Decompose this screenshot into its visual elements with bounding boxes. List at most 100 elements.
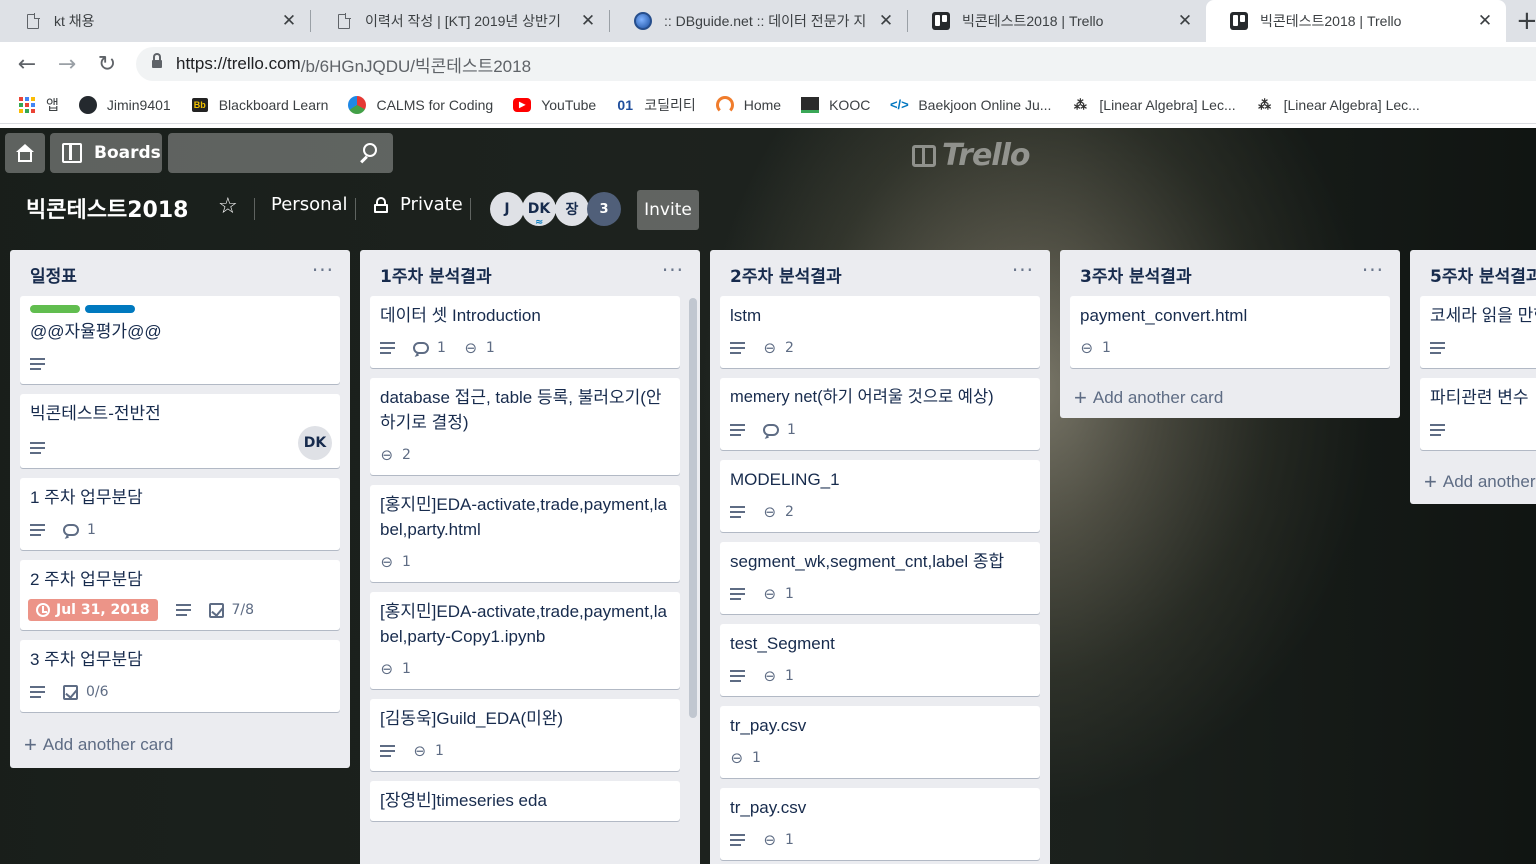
tab-title: 빅콘테스트2018 | Trello	[1260, 13, 1402, 29]
search-icon[interactable]	[359, 143, 379, 164]
card[interactable]: 3 주차 업무분담 0/6	[20, 640, 340, 712]
card[interactable]: database 접근, table 등록, 불러오기(안하기로 결정) ⊘ 2	[370, 378, 680, 475]
description-icon	[1430, 342, 1445, 354]
bookmark-item[interactable]: 앱	[18, 95, 59, 115]
browser-tab[interactable]: :: DBguide.net :: 데이터 전문가 지 ✕	[610, 0, 907, 42]
attachments-badge: ⊘ 2	[759, 337, 794, 359]
checklist-badge: 7/8	[208, 602, 254, 618]
member-avatar[interactable]: DK ≈	[522, 192, 556, 228]
bookmark-item[interactable]: Home	[715, 95, 781, 114]
card-badges: ⊘ 2	[376, 443, 670, 467]
card-badges: Jul 31, 2018 7/8	[28, 598, 330, 622]
card[interactable]: tr_pay.csv ⊘ 1	[720, 706, 1040, 778]
list-menu-icon[interactable]: ···	[662, 258, 684, 282]
close-icon[interactable]: ✕	[579, 11, 597, 31]
due-date-badge[interactable]: Jul 31, 2018	[28, 599, 158, 621]
invite-button[interactable]: Invite	[637, 190, 699, 230]
browser-tab[interactable]: 이력서 작성 | [KT] 2019년 상반기 ✕	[311, 0, 609, 42]
bookmark-item[interactable]: ⁂ [Linear Algebra] Lec...	[1071, 96, 1236, 114]
card[interactable]: 2 주차 업무분담 Jul 31, 2018 7/8	[20, 560, 340, 630]
bookmark-item[interactable]: Bb Blackboard Learn	[191, 96, 328, 114]
card[interactable]: [장영빈]timeseries eda	[370, 781, 680, 821]
more-members-badge[interactable]: 3	[587, 192, 621, 226]
card[interactable]: [홍지민]EDA-activate,trade,payment,label,pa…	[370, 485, 680, 582]
card[interactable]: memery net(하기 어려울 것으로 예상) 1	[720, 378, 1040, 450]
attachments-count: 1	[785, 832, 794, 848]
card[interactable]: payment_convert.html ⊘ 1	[1070, 296, 1390, 368]
back-arrow-icon[interactable]: ←	[13, 50, 41, 78]
paperclip-icon: ⊘	[759, 337, 781, 359]
boards-button[interactable]: Boards	[50, 133, 162, 173]
card[interactable]: MODELING_1 ⊘ 2	[720, 460, 1040, 532]
list-title[interactable]: 1주차 분석결과	[380, 262, 492, 287]
star-icon[interactable]: ☆	[218, 194, 238, 219]
paperclip-icon: ⊘	[376, 551, 398, 573]
card-title: MODELING_1	[730, 470, 840, 489]
card[interactable]: [김동욱]Guild_EDA(미완) ⊘ 1	[370, 699, 680, 771]
list-header[interactable]: 일정표 ···	[20, 250, 340, 296]
browser-tab-active[interactable]: 빅콘테스트2018 | Trello ✕	[1206, 0, 1506, 42]
close-icon[interactable]: ✕	[280, 11, 298, 31]
card[interactable]: 1 주차 업무분담 1	[20, 478, 340, 550]
list-header[interactable]: 3주차 분석결과 ···	[1070, 250, 1390, 296]
card[interactable]: tr_pay.csv ⊘ 1	[720, 788, 1040, 860]
bookmark-item[interactable]: ⁂ [Linear Algebra] Lec...	[1256, 96, 1420, 114]
member-avatar[interactable]: J	[490, 192, 524, 226]
browser-tab[interactable]: 빅콘테스트2018 | Trello ✕	[908, 0, 1206, 42]
card[interactable]: lstm ⊘ 2	[720, 296, 1040, 368]
add-card-button[interactable]: + Add another card	[20, 722, 340, 768]
card[interactable]: [홍지민]EDA-activate,trade,payment,label,pa…	[370, 592, 680, 689]
list-menu-icon[interactable]: ···	[1362, 258, 1384, 282]
card-title: 파티관련 변수	[1430, 388, 1529, 407]
browser-tab[interactable]: kt 채용 ✕	[0, 0, 310, 42]
card-title: 데이터 셋 Introduction	[380, 306, 541, 325]
list-header[interactable]: 5주차 분석결과 ···	[1420, 250, 1536, 296]
member-avatar[interactable]: 장	[555, 192, 589, 226]
board-title[interactable]: 빅콘테스트2018	[26, 192, 188, 224]
list-scrollbar[interactable]	[689, 298, 697, 718]
bookmark-item[interactable]: 01 코딜리티	[616, 95, 695, 115]
search-input[interactable]	[168, 133, 393, 173]
url-host: https://trello.com	[176, 54, 301, 73]
bookmark-item[interactable]: </> Baekjoon Online Ju...	[890, 96, 1051, 114]
list-header[interactable]: 1주차 분석결과 ···	[370, 250, 690, 296]
card-label-green[interactable]	[30, 305, 80, 313]
document-icon	[335, 12, 353, 30]
add-card-button[interactable]: + Add another card	[1420, 460, 1536, 504]
new-tab-button[interactable]: +	[1516, 8, 1536, 34]
team-label: Personal	[271, 194, 348, 215]
bookmark-item[interactable]: Jimin9401	[78, 95, 171, 114]
bookmark-item[interactable]: ▶ YouTube	[513, 96, 596, 114]
close-icon[interactable]: ✕	[877, 11, 895, 31]
comments-count: 1	[87, 522, 96, 538]
team-button[interactable]: Personal	[271, 194, 348, 215]
list-title[interactable]: 2주차 분석결과	[730, 262, 842, 287]
forward-arrow-icon[interactable]: →	[53, 50, 81, 78]
card[interactable]: 데이터 셋 Introduction 1 ⊘ 1	[370, 296, 680, 368]
add-card-button[interactable]: + Add another card	[1070, 378, 1390, 418]
card-label-blue[interactable]	[85, 305, 135, 313]
close-icon[interactable]: ✕	[1476, 11, 1494, 31]
address-bar[interactable]: https://trello.com/b/6HGnJQDU/빅콘테스트2018	[136, 47, 1536, 81]
list-title[interactable]: 5주차 분석결과	[1430, 262, 1536, 287]
card[interactable]: @@자율평가@@	[20, 296, 340, 384]
trello-logo[interactable]: Trello	[912, 138, 1030, 173]
home-button[interactable]	[5, 133, 45, 173]
card-member-avatar[interactable]: DK	[298, 426, 332, 460]
bookmark-item[interactable]: CALMS for Coding	[348, 95, 493, 114]
card[interactable]: 빅콘테스트-전반전 DK	[20, 394, 340, 468]
list-title[interactable]: 일정표	[30, 262, 77, 287]
list-menu-icon[interactable]: ···	[1012, 258, 1034, 282]
card[interactable]: 코세라 읽을 만한 것	[1420, 296, 1536, 368]
reload-icon[interactable]: ↻	[93, 50, 121, 78]
close-icon[interactable]: ✕	[1176, 11, 1194, 31]
list-header[interactable]: 2주차 분석결과 ···	[720, 250, 1040, 296]
attachments-count: 1	[1102, 340, 1111, 356]
card[interactable]: test_Segment ⊘ 1	[720, 624, 1040, 696]
visibility-button[interactable]: Private	[374, 194, 463, 215]
card[interactable]: 파티관련 변수	[1420, 378, 1536, 450]
bookmark-item[interactable]: KOOC	[801, 96, 870, 114]
list-menu-icon[interactable]: ···	[312, 258, 334, 282]
list-title[interactable]: 3주차 분석결과	[1080, 262, 1192, 287]
card[interactable]: segment_wk,segment_cnt,label 종합 ⊘ 1	[720, 542, 1040, 614]
